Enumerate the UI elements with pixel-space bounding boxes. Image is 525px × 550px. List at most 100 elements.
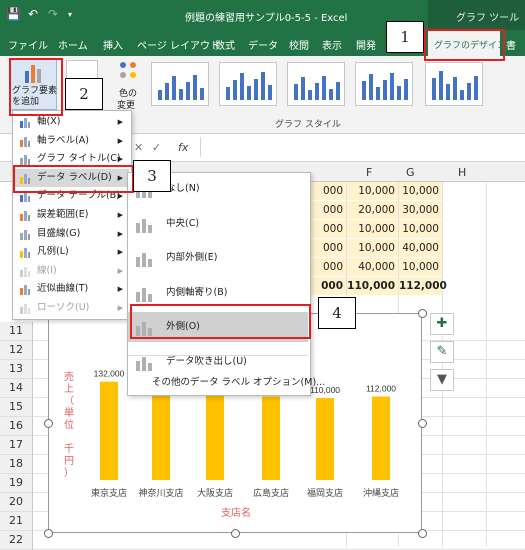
data-label-option-icon — [134, 250, 156, 267]
row-header[interactable]: 22 — [0, 531, 33, 550]
resize-handle[interactable] — [44, 419, 53, 428]
row-header[interactable]: 18 — [0, 455, 33, 474]
table-cell[interactable]: 30,000 — [399, 201, 442, 219]
table-cell[interactable]: 10,000 — [347, 220, 398, 238]
table-cell[interactable]: 10,000 — [347, 182, 398, 200]
row-header[interactable]: 16 — [0, 417, 33, 436]
table-cell[interactable]: 000 — [308, 220, 346, 238]
submenu-arrow-icon: ▶ — [117, 285, 123, 294]
chart-elements-icon[interactable]: ✚ — [430, 313, 454, 335]
data-label-option[interactable]: データ吹き出し(U) — [128, 347, 308, 377]
thumbnail-bar — [362, 81, 366, 100]
menu-item[interactable]: 凡例(L) ▶ — [13, 243, 129, 261]
table-cell[interactable]: 40,000 — [399, 239, 442, 257]
chart-bar[interactable] — [206, 390, 224, 480]
column-header-h[interactable]: H — [458, 166, 466, 179]
data-label-option[interactable]: 中央(C) — [128, 209, 308, 239]
table-cell[interactable]: 10,000 — [347, 239, 398, 257]
menu-item-label: 目盛線(G) — [37, 227, 81, 239]
resize-handle[interactable] — [231, 529, 240, 538]
formula-input[interactable] — [200, 137, 520, 157]
tab-format[interactable]: 書 — [506, 37, 516, 52]
resize-handle[interactable] — [418, 419, 427, 428]
column-header-g[interactable]: G — [406, 166, 415, 179]
chart-bar[interactable] — [262, 396, 280, 480]
resize-handle[interactable] — [418, 529, 427, 538]
tab-formulas[interactable]: 数式 — [215, 37, 235, 52]
highlight-add-element — [9, 58, 63, 116]
tab-developer[interactable]: 開発 — [356, 37, 376, 52]
row-header[interactable]: 21 — [0, 512, 33, 531]
thumbnail-bar — [233, 80, 237, 100]
data-label-option[interactable]: 内側軸寄り(B) — [128, 278, 308, 308]
fx-icon[interactable]: fx — [178, 141, 188, 154]
cancel-icon[interactable]: ✕ — [134, 141, 143, 154]
table-cell[interactable]: 10,000 — [399, 258, 442, 276]
menu-item[interactable]: 目盛線(G) ▶ — [13, 225, 129, 243]
row-header[interactable]: 20 — [0, 493, 33, 512]
data-label-option[interactable]: 内部外側(E) — [128, 243, 308, 273]
resize-handle[interactable] — [418, 309, 427, 318]
menu-item[interactable]: 軸ラベル(A) ▶ — [13, 132, 129, 150]
column-header-f[interactable]: F — [366, 166, 372, 179]
data-label-option-label: 内部外側(E) — [166, 252, 218, 263]
menu-item[interactable]: ローソク(U) ▶ — [13, 299, 129, 317]
row-header[interactable]: 17 — [0, 436, 33, 455]
chart-style-thumbnail[interactable] — [219, 62, 277, 106]
table-cell[interactable]: 112,000 — [399, 277, 447, 295]
table-cell[interactable]: 110,000 — [347, 277, 398, 295]
more-data-label-options[interactable]: その他のデータ ラベル オプション(M)... — [152, 374, 325, 388]
thumbnail-bar — [261, 72, 265, 100]
tab-data[interactable]: データ — [248, 37, 278, 52]
chart-styles-icon[interactable]: ✎ — [430, 341, 454, 363]
y-axis-title-char: （ — [64, 395, 74, 407]
thumbnail-bar — [200, 88, 204, 100]
table-cell[interactable]: 000 — [308, 239, 346, 257]
enter-icon[interactable]: ✓ — [152, 141, 161, 154]
menu-item-label: 近似曲線(T) — [37, 283, 89, 295]
row-header[interactable]: 19 — [0, 474, 33, 493]
row-header[interactable]: 11 — [0, 322, 33, 341]
tab-page-layout[interactable]: ページ レイアウト — [137, 37, 220, 52]
menu-item[interactable]: 誤差範囲(E) ▶ — [13, 206, 129, 224]
menu-item[interactable]: 線(I) ▶ — [13, 262, 129, 280]
customize-qat-icon[interactable]: ▾ — [68, 10, 72, 19]
change-colors-button[interactable]: 色の 変更 — [113, 60, 145, 111]
row-header[interactable]: 14 — [0, 379, 33, 398]
row-header[interactable]: 12 — [0, 341, 33, 360]
chart-bar[interactable] — [372, 396, 390, 480]
chart-style-thumbnail[interactable] — [151, 62, 209, 106]
x-axis-title[interactable]: 支店名 — [221, 506, 251, 519]
tab-home[interactable]: ホーム — [58, 37, 88, 52]
row-header[interactable]: 13 — [0, 360, 33, 379]
table-cell[interactable]: 40,000 — [347, 258, 398, 276]
y-axis-title-char: 円 — [64, 456, 74, 467]
table-cell[interactable]: 10,000 — [399, 220, 442, 238]
thumbnail-bar — [404, 79, 408, 100]
chart-bar[interactable] — [316, 398, 334, 480]
chart-style-thumbnail[interactable] — [287, 62, 345, 106]
row-header[interactable]: 15 — [0, 398, 33, 417]
chart-bar[interactable] — [100, 381, 118, 480]
tab-view[interactable]: 表示 — [322, 37, 342, 52]
table-cell[interactable]: 000 — [308, 277, 346, 295]
menu-item[interactable]: 近似曲線(T) ▶ — [13, 280, 129, 298]
data-label-submenu: なし(N) 中央(C) 内部外側(E) 内側軸寄り(B) 外側(O) データ吹き出し(U)… — [127, 172, 325, 396]
tab-review[interactable]: 校閲 — [289, 37, 309, 52]
y-axis-title-char: 千 — [64, 443, 74, 455]
resize-handle[interactable] — [44, 529, 53, 538]
tab-insert[interactable]: 挿入 — [103, 37, 123, 52]
redo-icon[interactable]: ↷ — [48, 7, 58, 21]
tab-file[interactable]: ファイル — [8, 37, 48, 52]
table-cell[interactable]: 000 — [308, 201, 346, 219]
table-cell[interactable]: 000 — [308, 182, 346, 200]
chart-style-thumbnail[interactable] — [355, 62, 413, 106]
table-cell[interactable]: 10,000 — [399, 182, 442, 200]
chart-filters-icon[interactable]: ▼ — [430, 369, 454, 391]
table-cell[interactable]: 000 — [308, 258, 346, 276]
save-icon[interactable]: 💾 — [6, 7, 21, 21]
undo-icon[interactable]: ↶ — [28, 7, 38, 21]
chart-style-thumbnail[interactable] — [425, 62, 483, 106]
table-cell[interactable]: 20,000 — [347, 201, 398, 219]
thumbnail-bar — [172, 76, 176, 100]
